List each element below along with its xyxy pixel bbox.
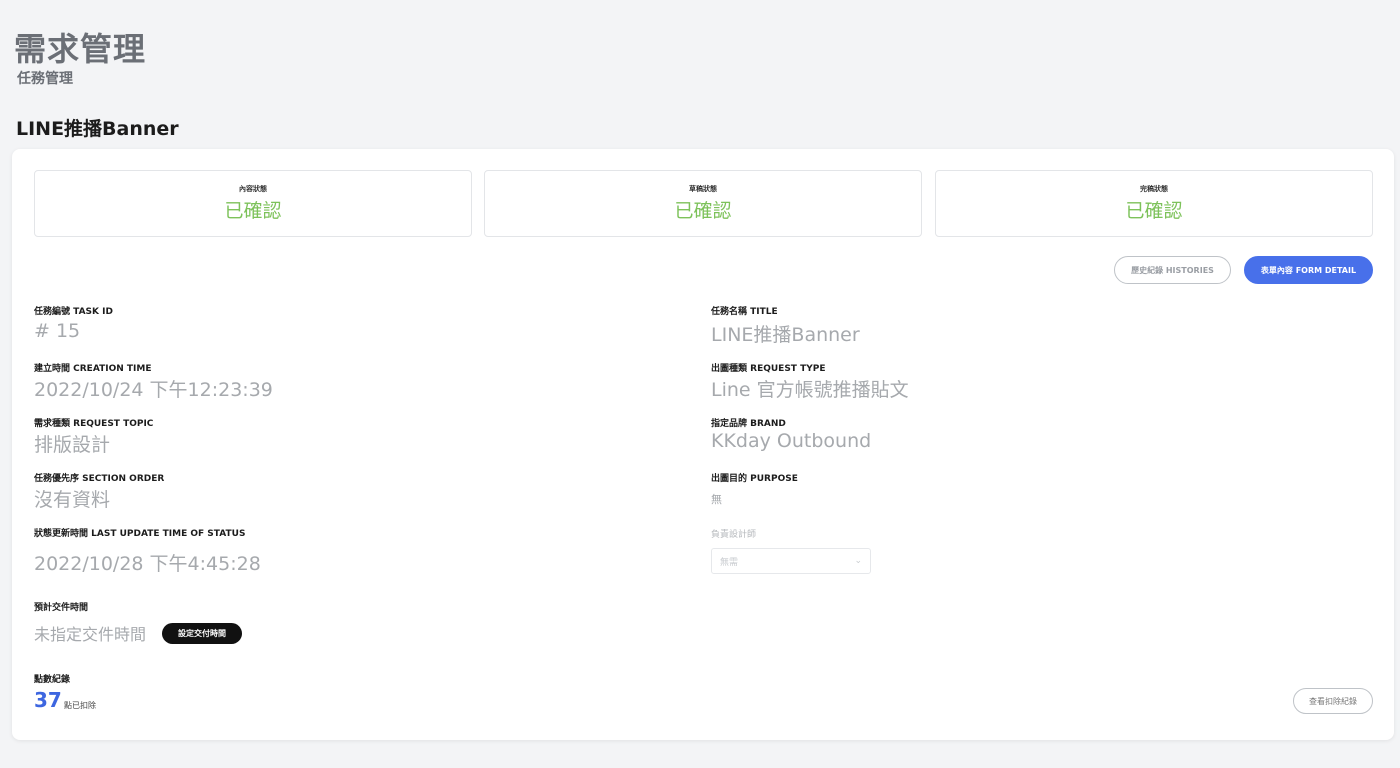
designer-select[interactable]: 無需 ⌄ xyxy=(711,548,871,574)
request-type-label: 出圖種類 REQUEST TYPE xyxy=(711,364,826,374)
chevron-down-icon: ⌄ xyxy=(854,556,862,566)
creation-time-label: 建立時間 CREATION TIME xyxy=(34,364,152,374)
section-title: LINE推播Banner xyxy=(16,118,179,140)
content-status-label: 內容狀態 xyxy=(239,185,267,193)
expected-delivery-label: 預計交件時間 xyxy=(34,603,89,613)
designer-select-value: 無需 xyxy=(720,557,739,568)
draft-status-box: 草稿狀態 已確認 xyxy=(484,170,922,237)
content-status-value: 已確認 xyxy=(224,200,282,222)
last-update-value: 2022/10/28 下午4:45:28 xyxy=(34,553,261,575)
task-id-label: 任務編號 TASK ID xyxy=(34,307,113,317)
purpose-value: 無 xyxy=(711,493,722,506)
brand-label: 指定品牌 BRAND xyxy=(711,419,786,429)
view-deduction-record-button[interactable]: 查看扣除紀錄 xyxy=(1293,688,1373,714)
title-label: 任務名稱 TITLE xyxy=(711,307,778,317)
points-record-label: 點數紀錄 xyxy=(34,675,71,685)
final-status-box: 完稿狀態 已確認 xyxy=(935,170,1373,237)
last-update-label: 狀態更新時間 LAST UPDATE TIME OF STATUS xyxy=(34,529,246,539)
creation-time-value: 2022/10/24 下午12:23:39 xyxy=(34,379,273,401)
expected-delivery-value: 未指定交件時間 xyxy=(34,625,147,644)
set-delivery-time-button[interactable]: 設定交付時間 xyxy=(162,623,242,644)
task-id-value: # 15 xyxy=(34,320,81,342)
request-topic-value: 排版設計 xyxy=(34,434,111,456)
section-order-label: 任務優先序 SECTION ORDER xyxy=(34,474,165,484)
section-order-value: 沒有資料 xyxy=(34,489,111,511)
brand-value: KKday Outbound xyxy=(711,430,872,452)
title-value: LINE推播Banner xyxy=(711,324,860,346)
histories-button[interactable]: 歷史紀錄 HISTORIES xyxy=(1114,256,1231,284)
purpose-label: 出圖目的 PURPOSE xyxy=(711,474,798,484)
form-detail-button[interactable]: 表單內容 FORM DETAIL xyxy=(1244,256,1373,284)
draft-status-value: 已確認 xyxy=(674,200,732,222)
request-topic-label: 需求種類 REQUEST TOPIC xyxy=(34,419,154,429)
page-subtitle: 任務管理 xyxy=(17,71,73,87)
points-unit: 點已扣除 xyxy=(64,701,96,710)
page-title: 需求管理 xyxy=(14,30,147,68)
content-status-box: 內容狀態 已確認 xyxy=(34,170,472,237)
final-status-label: 完稿狀態 xyxy=(1140,185,1168,193)
request-type-value: Line 官方帳號推播貼文 xyxy=(711,379,909,401)
final-status-value: 已確認 xyxy=(1125,200,1183,222)
designer-label: 負責設計師 xyxy=(711,530,757,540)
draft-status-label: 草稿狀態 xyxy=(689,185,717,193)
task-detail-card: 內容狀態 已確認 草稿狀態 已確認 完稿狀態 已確認 歷史紀錄 HISTORIE… xyxy=(12,149,1394,740)
points-value: 37 xyxy=(34,688,62,712)
